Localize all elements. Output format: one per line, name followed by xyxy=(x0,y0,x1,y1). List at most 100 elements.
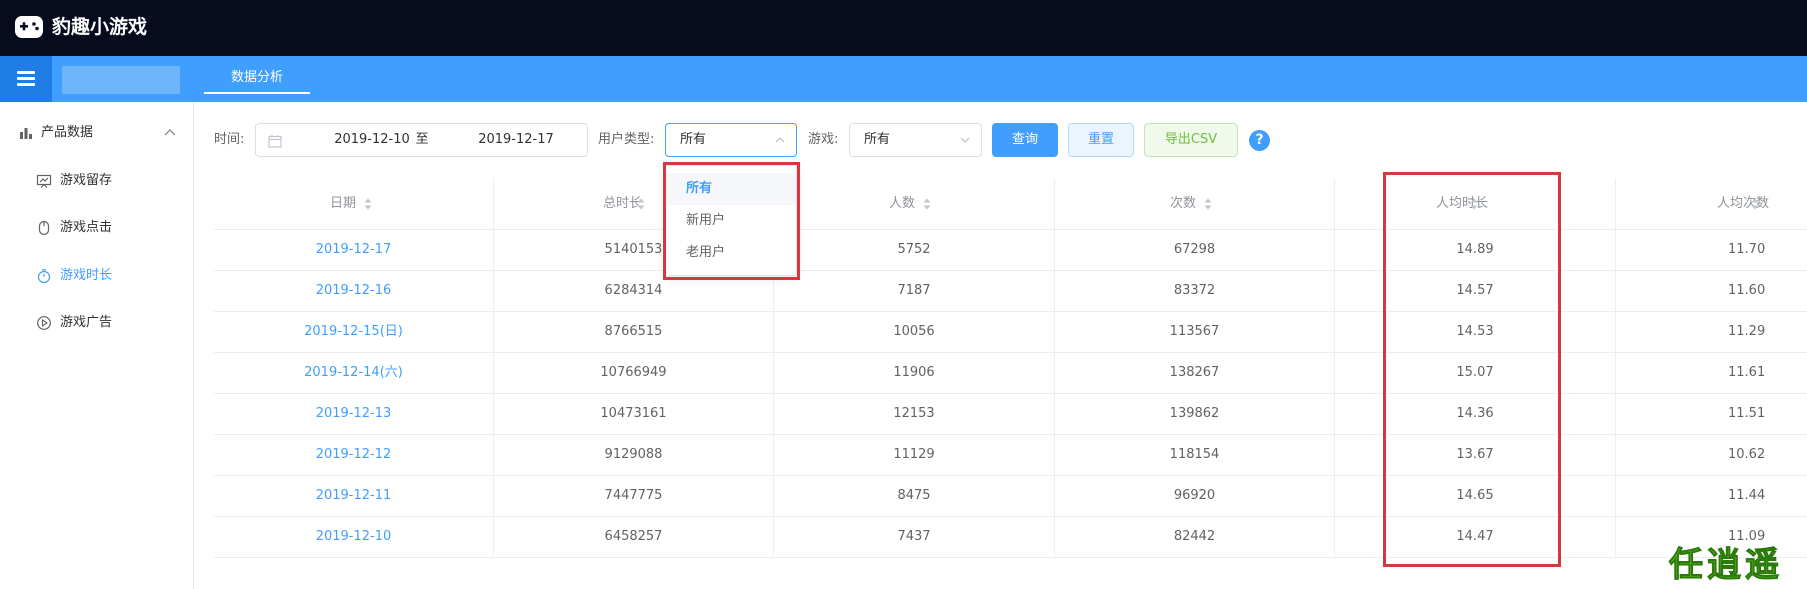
table-row: 2019-12-12 9129088 11129 118154 13.67 10.62 xyxy=(214,435,1807,476)
cell-avg-sessions: 11.51 xyxy=(1728,406,1766,421)
table-row: 2019-12-13 10473161 12153 139862 14.36 11.51 xyxy=(214,394,1807,435)
game-label: 游戏: xyxy=(808,132,839,147)
user-type-value: 所有 xyxy=(680,132,707,147)
cell-total-duration: 10473161 xyxy=(494,394,774,435)
game-select[interactable]: 所有 xyxy=(849,123,982,157)
sort-icon[interactable] xyxy=(1751,198,1759,210)
cell-date[interactable]: 2019-12-11 xyxy=(214,476,494,517)
sidebar-item-label: 游戏点击 xyxy=(60,220,113,235)
chart-board-icon xyxy=(36,174,52,188)
sidebar-group-label: 产品数据 xyxy=(41,125,94,140)
reset-button[interactable]: 重置 xyxy=(1068,123,1134,157)
annotation-highlight-avg-duration xyxy=(1383,172,1561,567)
date-range-picker[interactable]: 2019-12-10 至 2019-12-17 xyxy=(255,123,588,157)
table-row: 2019-12-15(日) 8766515 10056 113567 14.53 11.2… xyxy=(214,312,1807,353)
cell-avg-sessions: 11.60 xyxy=(1728,283,1766,298)
cell-avg-sessions: 11.44 xyxy=(1728,488,1766,503)
sidebar-item-label: 游戏广告 xyxy=(60,315,113,330)
cell-users: 8475 xyxy=(774,476,1055,517)
mouse-icon xyxy=(38,220,50,236)
sort-icon[interactable] xyxy=(1204,198,1212,210)
sidebar-item-game-clicks[interactable]: 游戏点击 xyxy=(0,211,194,245)
cell-users: 7437 xyxy=(774,517,1055,558)
cell-date[interactable]: 2019-12-14(六) xyxy=(214,353,494,394)
sidebar-item-game-duration[interactable]: 游戏时长 xyxy=(0,259,194,293)
cell-sessions: 67298 xyxy=(1055,230,1335,271)
cell-sessions: 139862 xyxy=(1055,394,1335,435)
cell-users: 11906 xyxy=(774,353,1055,394)
export-csv-button[interactable]: 导出CSV xyxy=(1144,123,1238,157)
top-header: 豹趣小游戏 xyxy=(0,0,1807,56)
date-separator: 至 xyxy=(415,132,429,147)
sort-icon[interactable] xyxy=(364,198,372,210)
timer-icon xyxy=(37,269,51,284)
cell-total-duration: 8766515 xyxy=(494,312,774,353)
table-row: 2019-12-16 6284314 7187 83372 14.57 11.60 xyxy=(214,271,1807,312)
hamburger-icon xyxy=(17,71,35,74)
cell-avg-sessions: 10.62 xyxy=(1728,447,1766,462)
cell-sessions: 113567 xyxy=(1055,312,1335,353)
cell-date[interactable]: 2019-12-13 xyxy=(214,394,494,435)
nav-bar: 数据分析 xyxy=(0,56,1807,102)
cell-date[interactable]: 2019-12-12 xyxy=(214,435,494,476)
sort-icon[interactable] xyxy=(923,198,931,210)
chevron-up-icon xyxy=(164,129,176,136)
game-value: 所有 xyxy=(864,132,891,147)
cell-users: 11129 xyxy=(774,435,1055,476)
gamepad-logo-icon xyxy=(15,16,43,38)
cell-date[interactable]: 2019-12-15(日) xyxy=(214,312,494,353)
sidebar: 产品数据 游戏留存 游戏点击 游戏时长 游戏广告 xyxy=(0,102,194,589)
cell-sessions: 96920 xyxy=(1055,476,1335,517)
cell-avg-sessions: 11.29 xyxy=(1728,324,1766,339)
cell-users: 10056 xyxy=(774,312,1055,353)
column-header-avg-sessions[interactable]: 人均次数 xyxy=(1616,178,1807,230)
sort-icon[interactable] xyxy=(637,198,645,210)
cell-total-duration: 10766949 xyxy=(494,353,774,394)
chevron-down-icon xyxy=(960,137,970,143)
cell-sessions: 83372 xyxy=(1055,271,1335,312)
time-label: 时间: xyxy=(214,132,245,147)
sidebar-item-game-retention[interactable]: 游戏留存 xyxy=(0,164,194,198)
user-type-select[interactable]: 所有 xyxy=(665,123,797,157)
table-row: 2019-12-11 7447775 8475 96920 14.65 11.44 xyxy=(214,476,1807,517)
cell-avg-sessions: 11.61 xyxy=(1728,365,1766,380)
cell-avg-sessions: 11.70 xyxy=(1728,242,1766,257)
cell-users: 7187 xyxy=(774,271,1055,312)
cell-date[interactable]: 2019-12-17 xyxy=(214,230,494,271)
cell-sessions: 118154 xyxy=(1055,435,1335,476)
cell-total-duration: 6458257 xyxy=(494,517,774,558)
column-header-sessions[interactable]: 次数 xyxy=(1055,178,1335,230)
annotation-highlight-dropdown xyxy=(663,162,800,280)
cell-sessions: 138267 xyxy=(1055,353,1335,394)
menu-toggle-button[interactable] xyxy=(0,56,52,102)
cell-total-duration: 7447775 xyxy=(494,476,774,517)
bar-chart-icon xyxy=(20,128,32,139)
user-type-label: 用户类型: xyxy=(598,132,655,147)
calendar-icon xyxy=(268,135,282,148)
play-circle-icon xyxy=(37,316,51,330)
date-end-input[interactable]: 2019-12-17 xyxy=(456,124,576,156)
blurred-area xyxy=(62,66,180,94)
table-header: 日期 总时长 人数 次数 人均时长 人均次数 xyxy=(214,178,1807,230)
column-header-date[interactable]: 日期 xyxy=(214,178,494,230)
table-row: 2019-12-10 6458257 7437 82442 14.47 11.09 xyxy=(214,517,1807,558)
cell-date[interactable]: 2019-12-10 xyxy=(214,517,494,558)
table-row: 2019-12-17 5140153 5752 67298 14.89 11.70 xyxy=(214,230,1807,271)
table-row: 2019-12-14(六) 10766949 11906 138267 15.07 11.… xyxy=(214,353,1807,394)
query-button[interactable]: 查询 xyxy=(992,123,1058,157)
watermark-text: 任逍遥 xyxy=(1669,545,1783,586)
cell-sessions: 82442 xyxy=(1055,517,1335,558)
cell-total-duration: 9129088 xyxy=(494,435,774,476)
cell-users: 5752 xyxy=(774,230,1055,271)
tab-data-analysis[interactable]: 数据分析 xyxy=(204,56,310,102)
column-header-users[interactable]: 人数 xyxy=(774,178,1055,230)
app-title: 豹趣小游戏 xyxy=(52,16,148,38)
sidebar-item-label: 游戏时长 xyxy=(60,268,113,283)
sidebar-group-product-data[interactable]: 产品数据 xyxy=(0,116,194,150)
chevron-up-icon xyxy=(775,137,785,143)
help-icon[interactable]: ? xyxy=(1249,130,1270,151)
sidebar-item-label: 游戏留存 xyxy=(60,173,113,188)
cell-users: 12153 xyxy=(774,394,1055,435)
sidebar-item-game-ads[interactable]: 游戏广告 xyxy=(0,306,194,340)
cell-date[interactable]: 2019-12-16 xyxy=(214,271,494,312)
